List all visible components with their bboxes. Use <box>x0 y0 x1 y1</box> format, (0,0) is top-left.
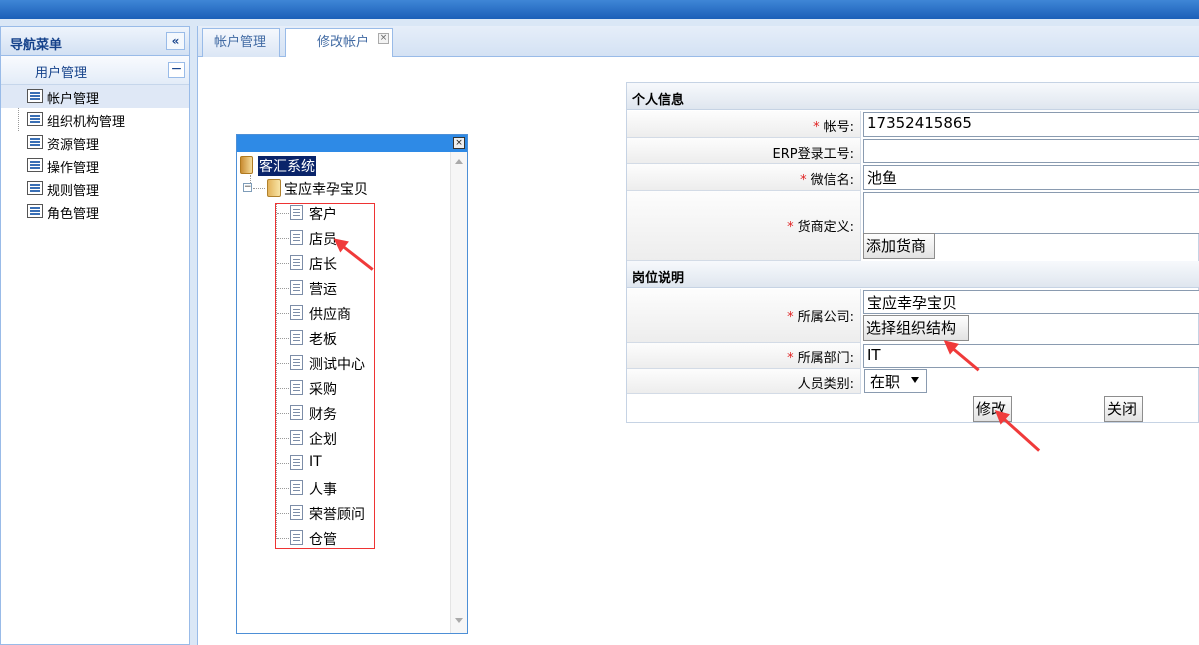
field-label-supplier: * 货商定义: <box>627 191 861 261</box>
collapse-sidebar-icon[interactable]: « <box>166 32 185 50</box>
sidebar-item-label: 角色管理 <box>47 207 100 222</box>
section-header-personal: 个人信息 <box>627 83 1199 110</box>
tree-connector <box>18 108 19 131</box>
tab-account-management[interactable]: 帐户管理 <box>202 28 280 57</box>
required-marker: * <box>787 310 794 325</box>
sidebar-item-label: 帐户管理 <box>47 92 100 107</box>
collapse-group-icon[interactable]: − <box>168 62 185 78</box>
sidebar-item-organization[interactable]: 组织机构管理 <box>1 108 189 131</box>
sidebar-item-operations[interactable]: 操作管理 <box>1 154 189 177</box>
list-icon <box>27 89 43 103</box>
department-field[interactable]: IT <box>863 344 1199 368</box>
list-icon <box>27 204 43 218</box>
collapse-node-icon[interactable]: − <box>243 183 252 192</box>
label-text: 帐号: <box>823 120 854 135</box>
field-label-wechat: * 微信名: <box>627 164 861 191</box>
tree-node-label: 宝应幸孕宝贝 <box>284 182 368 198</box>
tab-label: 帐户管理 <box>214 35 267 50</box>
list-icon <box>27 135 43 149</box>
close-popup-icon[interactable]: × <box>453 137 465 149</box>
sidebar-header: 导航菜单 « <box>1 27 189 56</box>
menu-group-label: 用户管理 <box>35 66 88 81</box>
field-label-erp: ERP登录工号: <box>627 138 861 164</box>
sidebar-item-label: 操作管理 <box>47 161 100 176</box>
company-field[interactable]: 宝应幸孕宝贝 <box>863 290 1199 314</box>
label-text: 所属公司: <box>797 310 854 325</box>
sidebar-item-account[interactable]: 帐户管理 <box>1 85 189 108</box>
sidebar-title: 导航菜单 <box>10 38 63 53</box>
folder-icon <box>267 179 281 197</box>
required-marker: * <box>813 120 820 135</box>
required-marker: * <box>787 220 794 235</box>
tree-scrollbar[interactable] <box>450 152 467 633</box>
erp-id-field[interactable] <box>863 139 1199 163</box>
edit-account-form: 个人信息 * 帐号: 17352415865 ERP登录工号: * 微信名: 池鱼 … <box>626 82 1199 423</box>
personnel-category-select[interactable]: 在职 <box>864 369 927 393</box>
menu-group-user-management[interactable]: 用户管理 − <box>1 56 189 85</box>
sidebar-item-roles[interactable]: 角色管理 <box>1 200 189 223</box>
sidebar-item-label: 规则管理 <box>47 184 100 199</box>
tree-company-node[interactable]: − 宝应幸孕宝贝 <box>243 178 383 199</box>
popup-titlebar: × <box>237 135 467 152</box>
add-supplier-button[interactable]: 添加货商 <box>863 233 935 259</box>
tab-strip: 帐户管理 修改帐户 × <box>198 26 1199 57</box>
tab-edit-account[interactable]: 修改帐户 × <box>285 28 393 57</box>
tab-label: 修改帐户 <box>317 35 370 50</box>
close-button[interactable]: 关闭 <box>1104 396 1143 422</box>
nav-sidebar: 导航菜单 « 用户管理 − 帐户管理 组织机构管理 资源管理 操作管理 规则管理… <box>0 26 190 645</box>
scroll-up-icon[interactable] <box>455 159 463 164</box>
root-folder-icon <box>240 156 253 174</box>
label-text: ERP登录工号: <box>772 147 854 162</box>
sidebar-item-label: 组织机构管理 <box>47 115 126 130</box>
field-label-category: 人员类别: <box>627 369 861 394</box>
label-text: 人员类别: <box>797 377 854 392</box>
select-value: 在职 <box>870 373 901 391</box>
list-icon <box>27 181 43 195</box>
label-text: 货商定义: <box>797 220 854 235</box>
list-icon <box>27 158 43 172</box>
annotation-highlight-box <box>275 203 375 549</box>
sidebar-item-rules[interactable]: 规则管理 <box>1 177 189 200</box>
tree-connector <box>253 188 265 189</box>
account-field[interactable]: 17352415865 <box>863 112 1199 137</box>
top-banner <box>0 0 1199 19</box>
field-label-company: * 所属公司: <box>627 289 861 343</box>
select-org-structure-button[interactable]: 选择组织结构 <box>863 315 969 341</box>
supplier-field[interactable] <box>863 192 1199 234</box>
tree-root-node[interactable]: 客汇系统 <box>240 155 330 176</box>
field-label-department: * 所属部门: <box>627 343 861 369</box>
label-text: 所属部门: <box>797 351 854 366</box>
tree-node-label: 客汇系统 <box>258 156 316 176</box>
dropdown-arrow-icon <box>911 377 919 383</box>
required-marker: * <box>787 351 794 366</box>
scroll-down-icon[interactable] <box>455 618 463 623</box>
list-icon <box>27 112 43 126</box>
sidebar-item-label: 资源管理 <box>47 138 100 153</box>
sidebar-item-resources[interactable]: 资源管理 <box>1 131 189 154</box>
label-text: 微信名: <box>810 173 854 188</box>
close-tab-icon[interactable]: × <box>378 33 389 44</box>
section-header-position: 岗位说明 <box>627 261 1199 288</box>
field-label-account: * 帐号: <box>627 111 861 138</box>
required-marker: * <box>800 173 807 188</box>
wechat-name-field[interactable]: 池鱼 <box>863 165 1199 190</box>
